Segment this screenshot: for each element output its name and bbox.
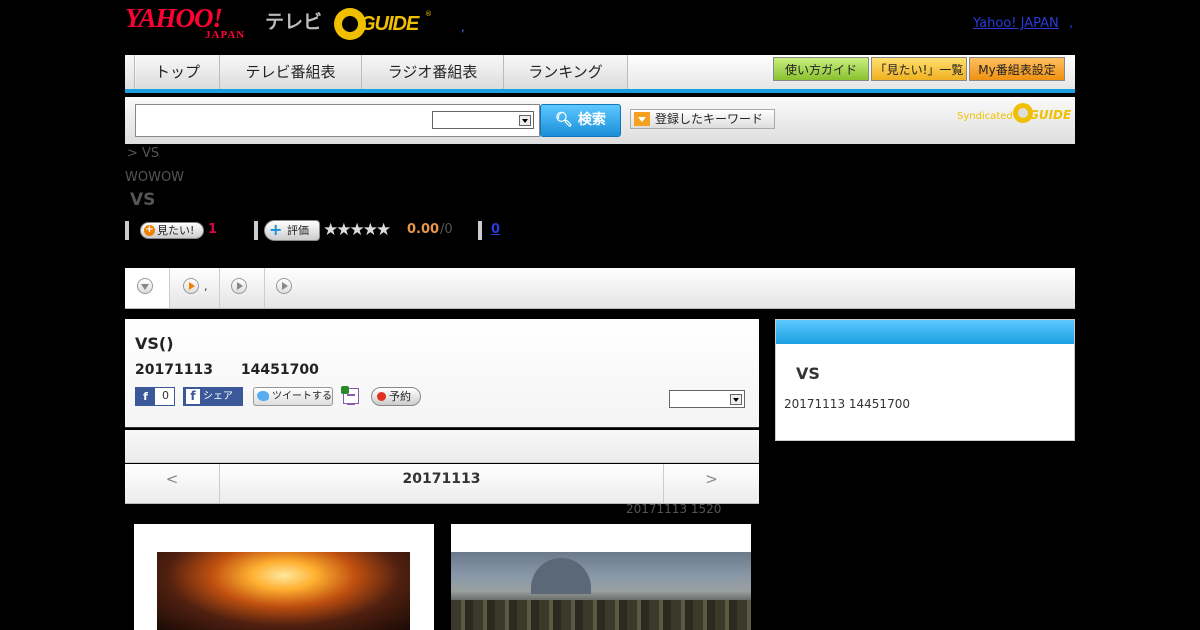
chevron-down-icon — [137, 278, 153, 294]
my-listings-settings-button[interactable]: My番組表設定 — [969, 57, 1065, 81]
facebook-icon: f — [186, 389, 200, 404]
watchlist-button[interactable]: 「見たい!」一覧 — [871, 57, 967, 81]
gguide-registered-mark: ® — [425, 10, 432, 18]
search-button[interactable]: 🔍︎ 検索 — [540, 104, 621, 137]
rate-label: 評価 — [287, 224, 309, 237]
nav-left-edge — [125, 55, 135, 89]
subtab-4[interactable] — [265, 268, 310, 308]
search-button-label: 検索 — [577, 112, 606, 128]
program-thumbnail-image — [451, 552, 751, 630]
review-count-link[interactable]: 0 — [491, 222, 500, 237]
gguide-logo-text: GUIDE — [360, 13, 419, 35]
page-title: VS — [130, 190, 156, 210]
record-dot-icon — [377, 392, 386, 401]
divider — [478, 221, 482, 240]
search-bar: 🔍︎ 検索 登録したキーワード Syndicated GUIDE — [125, 97, 1075, 144]
cathedral-dome-shape — [531, 558, 591, 594]
date-navigation: < 20171113 > — [125, 464, 759, 504]
subtab-3[interactable] — [220, 268, 265, 308]
reservation-select[interactable] — [669, 390, 745, 408]
program-detail-panel: VS() 20171113 14451700 f 0 f シェア ツイートする … — [125, 319, 759, 428]
want-to-watch-button[interactable]: + 見たい! — [140, 222, 204, 239]
search-category-select[interactable] — [432, 111, 534, 129]
plus-icon: + — [269, 220, 283, 239]
tweet-button[interactable]: ツイートする — [253, 387, 333, 406]
plus-icon: + — [144, 224, 155, 236]
facebook-share-button[interactable]: f シェア — [183, 387, 243, 406]
side-panel-title: VS — [796, 364, 820, 383]
side-panel: VS 20171113 14451700 — [775, 319, 1075, 441]
chevron-down-icon — [519, 115, 531, 126]
next-day-button[interactable]: > — [664, 464, 759, 503]
saved-keywords-label: 登録したキーワード — [655, 112, 764, 126]
facebook-icon: f — [136, 388, 155, 405]
gguide-logo[interactable]: GUIDE ® — [334, 6, 434, 42]
header-separator: , — [461, 20, 465, 34]
dropdown-arrow-icon — [634, 112, 650, 126]
program-thumbnail-card[interactable] — [451, 524, 751, 630]
tv-logo-text[interactable]: テレビ — [265, 7, 322, 34]
chevron-down-icon — [730, 394, 742, 405]
yahoo-logo-text: YAHOO! — [125, 3, 223, 33]
program-subtabs: , — [125, 268, 1075, 309]
side-panel-header — [776, 320, 1074, 344]
reserve-label: 予約 — [389, 390, 411, 403]
divider — [254, 221, 258, 240]
channel-name: WOWOW — [125, 170, 185, 185]
nav-tab-ranking[interactable]: ランキング — [504, 55, 628, 89]
search-icon: 🔍︎ — [555, 112, 573, 128]
yahoo-japan-link[interactable]: Yahoo! JAPAN — [973, 16, 1059, 31]
rating-count: /0 — [440, 222, 453, 237]
prev-day-button[interactable]: < — [125, 464, 220, 503]
reserve-button[interactable]: 予約 — [371, 387, 421, 406]
main-nav: トップ テレビ番組表 ラジオ番組表 ランキング 使い方ガイド 「見たい!」一覧 … — [125, 55, 1075, 93]
usage-guide-button[interactable]: 使い方ガイド — [773, 57, 869, 81]
yahoo-japan-logo[interactable]: YAHOO! JAPAN — [125, 3, 265, 42]
facebook-share-label: シェア — [203, 391, 233, 402]
saved-keywords-button[interactable]: 登録したキーワード — [630, 109, 775, 129]
header-link-separator: , — [1069, 16, 1074, 31]
info-strip — [125, 430, 759, 463]
play-icon — [231, 278, 247, 294]
current-day: 20171113 — [220, 464, 664, 503]
subtab-2[interactable]: , — [170, 268, 220, 308]
divider — [125, 221, 129, 240]
japan-logo-text: JAPAN — [205, 29, 246, 41]
play-icon — [276, 278, 292, 294]
calendar-add-icon[interactable] — [341, 386, 359, 405]
facebook-like-button[interactable]: f 0 — [135, 387, 175, 406]
program-title: VS() — [135, 334, 174, 353]
subtab-2-label: , — [204, 280, 208, 293]
syndicated-logo-text: GUIDE — [1029, 108, 1072, 122]
want-to-watch-count: 1 — [208, 222, 218, 237]
nav-tab-radio-listings[interactable]: ラジオ番組表 — [362, 55, 504, 89]
rating-value: 0.00 — [407, 222, 440, 237]
nav-tab-top[interactable]: トップ — [136, 55, 220, 89]
updated-timestamp: 20171113 1520 — [626, 502, 722, 516]
syndicated-gguide-logo: GUIDE — [1013, 103, 1072, 125]
subtab-info[interactable] — [125, 268, 170, 308]
syndicated-label: Syndicated — [957, 111, 1013, 122]
play-icon — [183, 278, 199, 294]
star-rating: ★★★★★ — [323, 220, 391, 240]
want-to-watch-label: 見たい! — [157, 224, 195, 237]
nav-tab-tv-listings[interactable]: テレビ番組表 — [220, 55, 362, 89]
side-panel-datetime: 20171113 14451700 — [784, 397, 910, 411]
twitter-bird-icon — [257, 391, 269, 401]
tweet-label: ツイートする — [272, 391, 332, 402]
program-datetime: 20171113 14451700 — [135, 362, 319, 378]
facebook-like-count: 0 — [162, 389, 169, 402]
rate-button[interactable]: + 評価 — [264, 220, 320, 241]
breadcrumb[interactable]: > VS — [127, 146, 159, 161]
soldiers-shape — [451, 600, 751, 630]
program-thumbnail-image — [157, 552, 410, 630]
program-thumbnail-card[interactable] — [134, 524, 434, 630]
